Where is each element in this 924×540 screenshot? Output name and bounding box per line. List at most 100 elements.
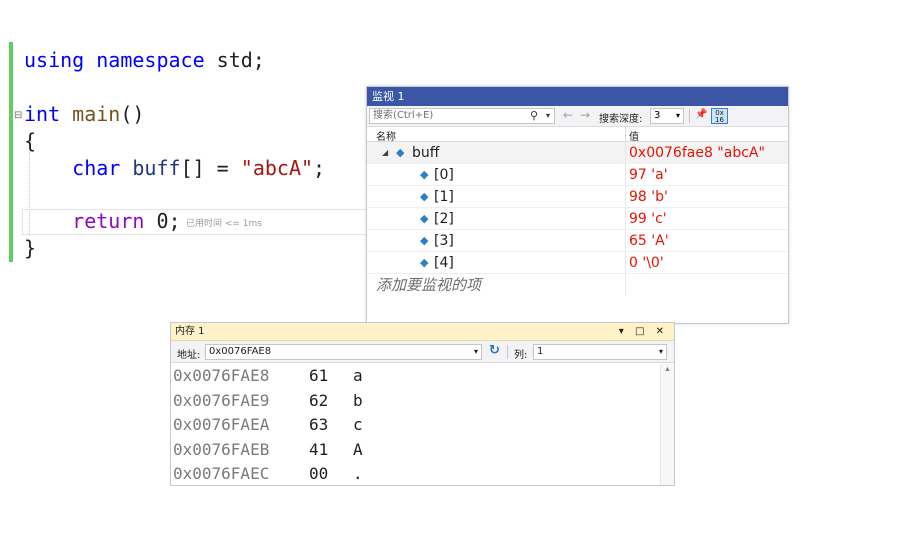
scroll-up-icon[interactable]: ▲ [664,366,671,373]
memory-address: 0x0076FAE8 [173,366,270,385]
memory-char[interactable]: b [353,389,363,414]
columns-value: 1 [537,346,544,357]
column-header-name[interactable]: 名称 [376,128,396,143]
column-separator [625,230,626,252]
watch-item-name: [3] [434,233,454,249]
code-text: 0; [144,209,181,233]
memory-byte[interactable]: 63 [309,413,328,438]
refresh-icon[interactable]: ↻ [489,343,500,358]
columns-select[interactable]: 1 ▾ [533,344,667,360]
chevron-down-icon[interactable]: ▾ [546,109,550,123]
memory-row[interactable]: 0x0076FAEA 63 c [171,413,661,438]
watch-item-name: [1] [434,189,454,205]
code-text: ; [313,156,326,180]
watch-item-name: [2] [434,211,454,227]
code-line-3[interactable]: { [24,128,36,154]
function-name: main [72,102,121,126]
memory-char[interactable]: . [353,462,363,485]
watch-item-value[interactable]: 0x0076fae8 "abcA" [629,142,765,164]
code-line-2[interactable]: int main() [24,101,144,127]
toolbar-separator [689,109,690,123]
hex-display-icon[interactable]: 0x 16 [711,108,728,124]
code-text: () [120,102,145,126]
memory-byte[interactable]: 41 [309,438,328,463]
watch-item-value[interactable]: 65 'A' [629,230,669,252]
window-controls-icon[interactable]: ▾ □ ✕ [619,323,668,340]
memory-char[interactable]: A [353,438,363,463]
keyword: char [72,156,121,180]
watch-row-child[interactable]: ◆ [1] 98 'b' [367,186,788,208]
memory-address: 0x0076FAEA [173,415,270,434]
watch-column-header: 名称 值 [367,127,788,143]
columns-label: 列: [514,350,528,361]
keyword: int [24,102,61,126]
variable-name: buff [132,156,181,180]
memory-row[interactable]: 0x0076FAE8 61 a [171,364,661,389]
collapse-triangle-icon[interactable]: ◢ [382,142,388,164]
collapse-outline-icon[interactable]: ⊟ [14,110,22,121]
code-line-5[interactable]: return 0; [24,208,181,234]
pin-icon[interactable]: 📌 [695,109,707,120]
memory-byte[interactable]: 62 [309,389,328,414]
variable-icon: ◆ [396,146,405,159]
watch-item-name: [4] [434,255,454,271]
memory-scrollbar[interactable]: ▲ [660,364,674,485]
column-separator [625,186,626,208]
add-watch-placeholder: 添加要监视的项 [376,276,482,294]
search-depth-label: 搜索深度: [599,114,643,125]
memory-row[interactable]: 0x0076FAE9 62 b [171,389,661,414]
watch-row-child[interactable]: ◆ [0] 97 'a' [367,164,788,186]
column-separator[interactable] [625,127,626,142]
watch-window: 监视 1 搜索(Ctrl+E) ⚲ ▾ ← → 搜索深度: 3 ▾ 📌 0x 1… [366,86,789,324]
column-separator [625,274,626,296]
search-icon[interactable]: ⚲ [530,109,538,123]
elapsed-time-hint[interactable]: 已用时间 <= 1ms [186,216,262,229]
memory-row[interactable]: 0x0076FAEB 41 A [171,438,661,463]
memory-byte[interactable]: 61 [309,364,328,389]
memory-address: 0x0076FAEC [173,464,270,483]
memory-char[interactable]: c [353,413,363,438]
arrow-left-icon[interactable]: ← [563,108,573,122]
memory-content[interactable]: 0x0076FAE8 61 a 0x0076FAE9 62 b 0x0076FA… [171,364,661,485]
column-separator [625,164,626,186]
memory-byte[interactable]: 00 [309,462,328,485]
code-line-4[interactable]: char buff[] = "abcA"; [24,155,325,181]
arrow-right-icon[interactable]: → [580,108,590,122]
address-value: 0x0076FAE8 [209,346,272,357]
code-line-1[interactable]: using namespace std; [24,47,265,73]
code-text: [] = [180,156,241,180]
keyword: namespace [96,48,205,72]
memory-char[interactable]: a [353,364,363,389]
watch-row-buff[interactable]: ◢ ◆ buff 0x0076fae8 "abcA" [367,142,788,164]
chevron-down-icon: ▾ [473,347,478,356]
watch-row-child[interactable]: ◆ [4] 0 '\0' [367,252,788,274]
string-literal: "abcA" [240,156,314,180]
watch-search-input[interactable]: 搜索(Ctrl+E) ⚲ ▾ [369,108,555,124]
keyword: return [72,209,145,233]
memory-row[interactable]: 0x0076FAEC 00 . [171,462,661,485]
watch-title-bar[interactable]: 监视 1 [367,87,788,106]
watch-item-value[interactable]: 98 'b' [629,186,668,208]
toolbar-separator [507,345,508,359]
chevron-down-icon: ▾ [658,347,663,356]
keyword: using [24,48,85,72]
address-input[interactable]: 0x0076FAE8 ▾ [205,344,482,360]
watch-row-child[interactable]: ◆ [3] 65 'A' [367,230,788,252]
watch-item-value[interactable]: 97 'a' [629,164,668,186]
search-depth-select[interactable]: 3 ▾ [650,108,684,124]
watch-item-value[interactable]: 99 'c' [629,208,667,230]
column-separator [625,208,626,230]
memory-toolbar: 地址: 0x0076FAE8 ▾ ↻ 列: 1 ▾ [171,341,674,363]
add-watch-item[interactable]: 添加要监视的项 [367,274,788,296]
memory-title-bar[interactable]: 内存 1 ▾ □ ✕ [171,323,674,341]
code-line-6[interactable]: } [24,235,36,261]
chevron-down-icon: ▾ [675,111,680,120]
column-header-value[interactable]: 值 [629,128,639,143]
memory-window: 内存 1 ▾ □ ✕ 地址: 0x0076FAE8 ▾ ↻ 列: 1 ▾ 0x0… [170,322,675,486]
watch-item-value[interactable]: 0 '\0' [629,252,664,274]
change-tracking-bar [9,42,13,262]
code-text: { [24,129,37,153]
watch-row-child[interactable]: ◆ [2] 99 'c' [367,208,788,230]
field-icon: ◆ [420,168,429,181]
search-depth-value: 3 [654,110,661,121]
